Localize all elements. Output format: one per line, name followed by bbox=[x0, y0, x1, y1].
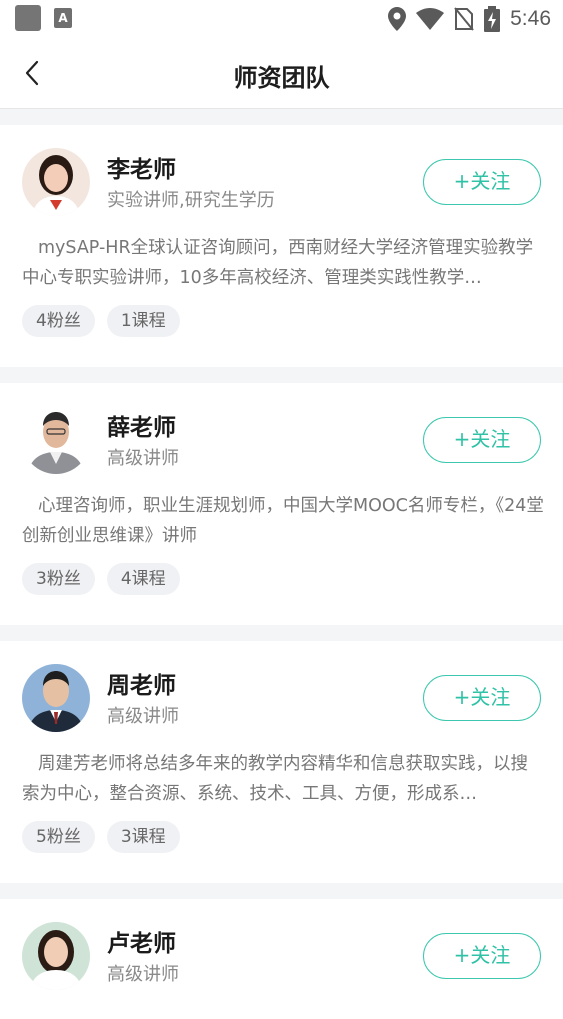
teacher-name: 周老师 bbox=[107, 673, 176, 699]
location-icon bbox=[388, 7, 407, 31]
avatar bbox=[22, 922, 90, 990]
teacher-card[interactable]: 周老师 高级讲师 +关注 周建芳老师将总结多年来的教学内容精华和信息获取实践，以… bbox=[0, 641, 563, 883]
teacher-card[interactable]: 李老师 实验讲师,研究生学历 +关注 mySAP-HR全球认证咨询顾问，西南财经… bbox=[0, 125, 563, 367]
teacher-title: 实验讲师,研究生学历 bbox=[107, 190, 275, 211]
course-count-badge: 4课程 bbox=[106, 563, 180, 595]
follow-button[interactable]: +关注 bbox=[423, 675, 541, 721]
notification-a-icon: A bbox=[54, 8, 72, 28]
teacher-title: 高级讲师 bbox=[107, 448, 179, 469]
avatar bbox=[22, 664, 90, 732]
teacher-name: 卢老师 bbox=[107, 931, 176, 957]
course-count-badge: 1课程 bbox=[106, 305, 180, 337]
fans-count-badge: 5粉丝 bbox=[22, 821, 95, 853]
follow-button[interactable]: +关注 bbox=[423, 933, 541, 979]
teacher-description: mySAP-HR全球认证咨询顾问，西南财经大学经济管理实验教学中心专职实验讲师，… bbox=[22, 238, 534, 288]
teacher-card[interactable]: 薛老师 高级讲师 +关注 心理咨询师，职业生涯规划师，中国大学MOOC名师专栏，… bbox=[0, 383, 563, 625]
app-header: 师资团队 bbox=[0, 38, 563, 109]
status-bar: A 5:46 bbox=[0, 0, 563, 38]
no-sim-icon bbox=[454, 7, 474, 31]
battery-icon bbox=[484, 6, 501, 32]
clock: 5:46 bbox=[510, 7, 551, 30]
page-title: 师资团队 bbox=[233, 64, 330, 92]
teacher-card[interactable]: 卢老师 高级讲师 +关注 bbox=[0, 899, 563, 1019]
teacher-title: 高级讲师 bbox=[107, 964, 179, 985]
follow-button[interactable]: +关注 bbox=[423, 417, 541, 463]
teacher-name: 李老师 bbox=[107, 157, 176, 183]
notification-app-icon bbox=[15, 5, 41, 31]
fans-count-badge: 3粉丝 bbox=[22, 563, 95, 595]
follow-button[interactable]: +关注 bbox=[423, 159, 541, 205]
avatar bbox=[22, 148, 90, 216]
teacher-title: 高级讲师 bbox=[107, 706, 179, 727]
fans-count-badge: 4粉丝 bbox=[22, 305, 95, 337]
teacher-name: 薛老师 bbox=[107, 415, 176, 441]
avatar bbox=[22, 406, 90, 474]
teacher-description: 心理咨询师，职业生涯规划师，中国大学MOOC名师专栏，《24堂创新创业思维课》讲… bbox=[22, 496, 544, 546]
wifi-icon bbox=[416, 8, 445, 30]
course-count-badge: 3课程 bbox=[106, 821, 180, 853]
teacher-description: 周建芳老师将总结多年来的教学内容精华和信息获取实践，以搜索为中心，整合资源、系统… bbox=[22, 754, 528, 804]
